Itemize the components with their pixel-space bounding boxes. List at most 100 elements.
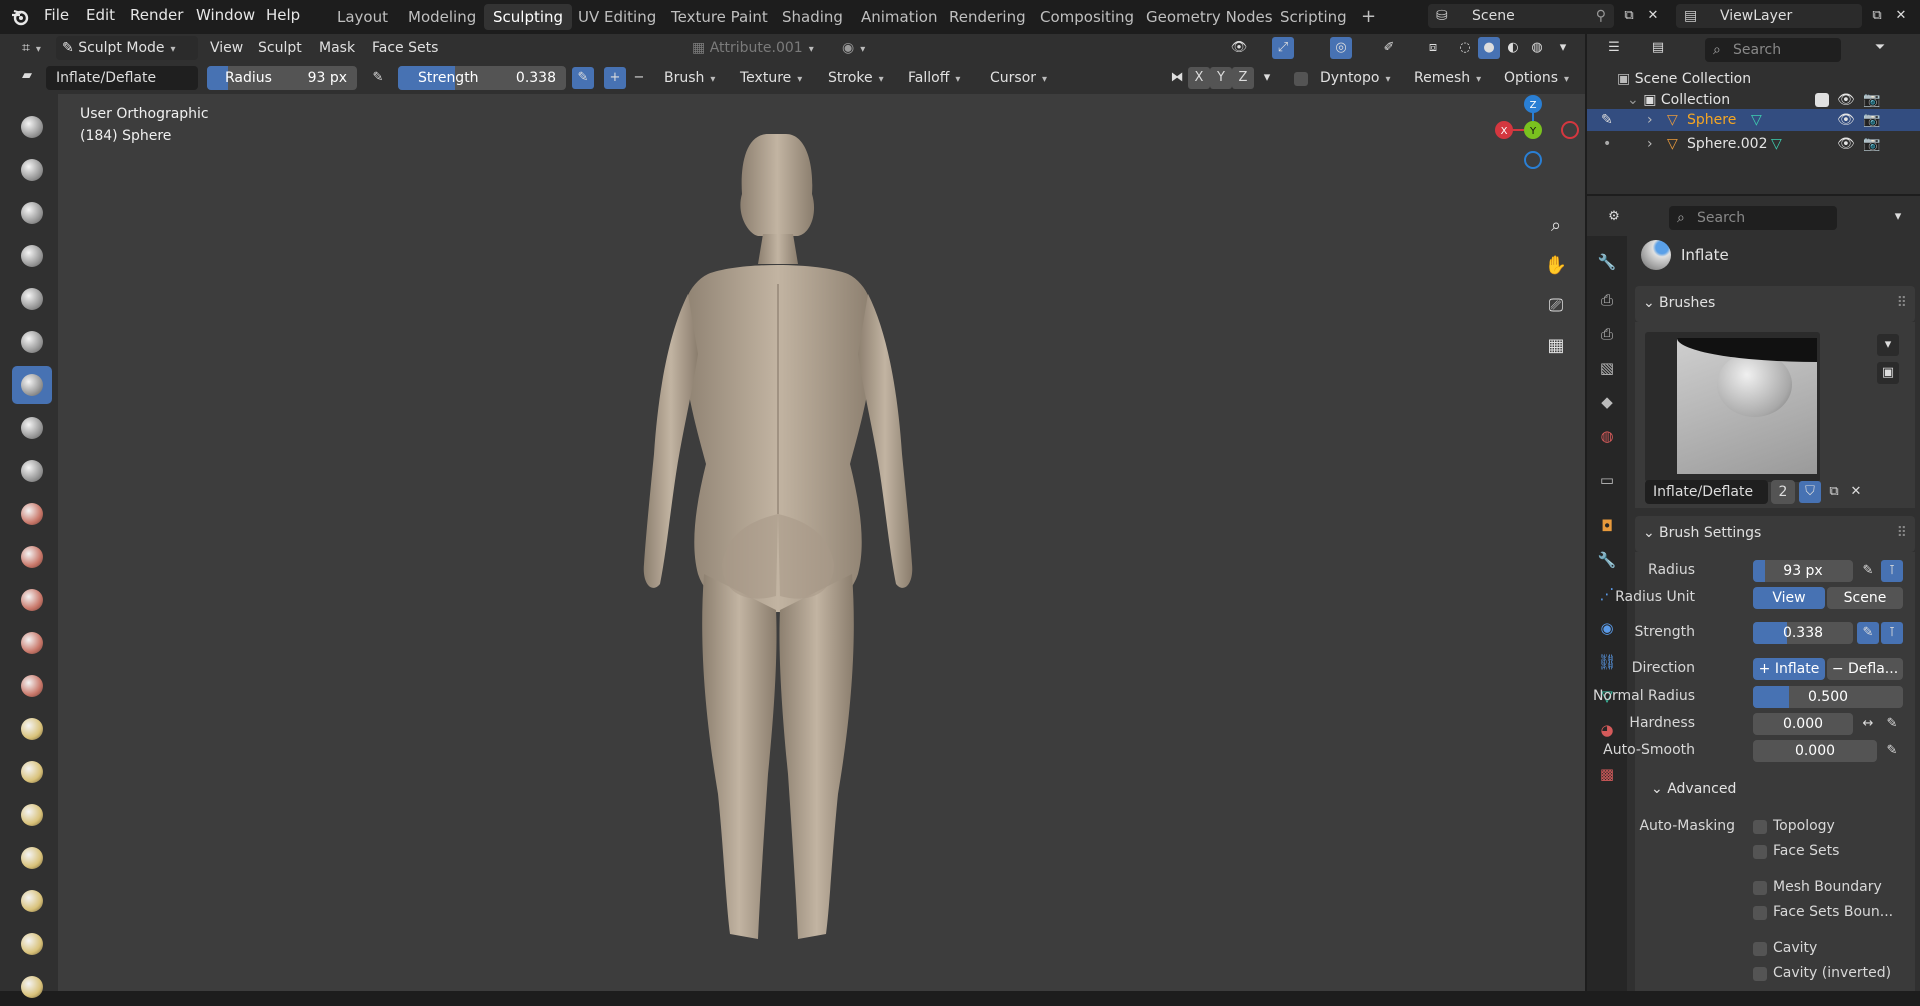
automask-mesh-boundary-checkbox[interactable]: [1753, 881, 1767, 895]
strength-pressure-icon[interactable]: ✎: [1857, 622, 1879, 644]
strength-field[interactable]: 0.338: [1753, 622, 1853, 644]
dyntopo-dropdown[interactable]: Dyntopo ▾: [1314, 66, 1396, 90]
color-attribute-button[interactable]: ◉ ▾: [836, 36, 871, 60]
collection-expand-chevron-icon[interactable]: ⌄: [1627, 92, 1643, 108]
menu-render[interactable]: Render: [130, 6, 183, 24]
menu-edit[interactable]: Edit: [86, 6, 115, 24]
object-render-camera-icon[interactable]: 📷: [1863, 109, 1880, 131]
menu-window[interactable]: Window: [196, 6, 255, 24]
dyntopo-checkbox[interactable]: [1294, 72, 1308, 86]
brush-dropdown[interactable]: Brush ▾: [658, 66, 721, 90]
direction-plus-button[interactable]: +: [604, 67, 626, 89]
visibility-icon[interactable]: 👁: [1228, 37, 1250, 59]
tool-pose[interactable]: [12, 925, 52, 963]
collection-render-camera-icon[interactable]: 📷: [1863, 89, 1880, 111]
mirror-y-button[interactable]: Y: [1210, 67, 1232, 89]
new-scene-icon[interactable]: ⧉: [1618, 5, 1640, 27]
collection-visibility-eye-icon[interactable]: 👁: [1837, 89, 1855, 111]
tab-sculpting[interactable]: Sculpting: [484, 4, 573, 30]
tool-inflate[interactable]: [12, 366, 52, 404]
tab-layout[interactable]: Layout: [328, 4, 397, 30]
blender-logo-icon[interactable]: [10, 7, 30, 27]
direction-minus-button[interactable]: −: [628, 67, 650, 89]
tool-snake-hook[interactable]: [12, 839, 52, 877]
tab-scripting[interactable]: Scripting: [1271, 4, 1356, 30]
solid-shading-icon[interactable]: ●: [1478, 37, 1500, 59]
fake-user-shield-icon[interactable]: ⛉: [1799, 481, 1821, 503]
radius-pressure-icon[interactable]: ✎: [1857, 560, 1879, 582]
radius-unit-view-button[interactable]: View: [1753, 587, 1825, 609]
tool-nudge[interactable]: [12, 968, 52, 1006]
shading-options-chevron-icon[interactable]: ▾: [1552, 37, 1574, 59]
tab-compositing[interactable]: Compositing: [1031, 4, 1143, 30]
brush-preview-frame[interactable]: [1645, 332, 1820, 482]
scene-selector[interactable]: ⛁ Scene ⚲: [1428, 4, 1614, 28]
expand-chevron-icon[interactable]: ›: [1647, 109, 1653, 131]
add-workspace-button[interactable]: +: [1352, 4, 1385, 30]
tab-geometry-nodes[interactable]: Geometry Nodes: [1137, 4, 1282, 30]
collection-row[interactable]: ⌄ ▣ Collection 👁 📷: [1627, 89, 1907, 111]
mirror-x-button[interactable]: X: [1188, 67, 1210, 89]
radius-unit-scene-button[interactable]: Scene: [1827, 587, 1903, 609]
tool-clay-strips[interactable]: [12, 237, 52, 275]
automask-topology-checkbox[interactable]: [1753, 820, 1767, 834]
hardness-invert-arrows-icon[interactable]: ↔: [1857, 713, 1879, 735]
tool-smooth[interactable]: [12, 495, 52, 533]
cursor-dropdown[interactable]: Cursor ▾: [984, 66, 1053, 90]
hardness-pressure-icon[interactable]: ✎: [1881, 713, 1903, 735]
hardness-field[interactable]: 0.000: [1753, 713, 1853, 735]
stroke-dropdown[interactable]: Stroke ▾: [822, 66, 890, 90]
object-tab-icon[interactable]: ◘: [1597, 516, 1617, 536]
gizmo-neg-x-axis[interactable]: [1561, 121, 1579, 139]
symmetry-chevron-icon[interactable]: ▾: [1256, 67, 1278, 89]
properties-editor-type-icon[interactable]: ⚙: [1603, 206, 1625, 228]
object-render-camera-icon[interactable]: 📷: [1863, 133, 1880, 155]
tool-tab-icon[interactable]: 🔧: [1597, 252, 1617, 272]
camera-view-icon[interactable]: ⎚: [1540, 290, 1572, 322]
collection-tab-icon[interactable]: ▭: [1597, 470, 1617, 490]
falloff-dropdown[interactable]: Falloff ▾: [902, 66, 966, 90]
xray-pen-icon[interactable]: ✐: [1378, 37, 1400, 59]
menu-sculpt[interactable]: Sculpt: [252, 36, 308, 60]
tab-modeling[interactable]: Modeling: [399, 4, 485, 30]
tool-scrape[interactable]: [12, 624, 52, 662]
mirror-z-button[interactable]: Z: [1232, 67, 1254, 89]
attribute-selector[interactable]: ▦ Attribute.001 ▾: [686, 36, 838, 60]
normal-radius-field[interactable]: 0.500: [1753, 686, 1903, 708]
render-tab-icon[interactable]: ⎙: [1597, 290, 1617, 310]
drag-handle-icon[interactable]: ⠿: [1897, 525, 1907, 541]
radius-pressure-icon[interactable]: ✎: [367, 67, 389, 89]
automask-face-sets-boundary-checkbox[interactable]: [1753, 906, 1767, 920]
pan-hand-icon[interactable]: ✋: [1540, 250, 1572, 282]
output-tab-icon[interactable]: ⎙: [1597, 324, 1617, 344]
delete-scene-icon[interactable]: ✕: [1642, 5, 1664, 27]
outliner-editor-type-icon[interactable]: ☰: [1603, 37, 1625, 59]
tool-flatten[interactable]: [12, 538, 52, 576]
radius-field[interactable]: 93 px: [1753, 560, 1853, 582]
display-mode-icon[interactable]: ▤: [1647, 37, 1669, 59]
perspective-toggle-icon[interactable]: ▦: [1540, 330, 1572, 362]
duplicate-brush-icon[interactable]: ⧉: [1823, 481, 1845, 503]
tab-texture-paint[interactable]: Texture Paint: [662, 4, 777, 30]
filter-icon[interactable]: ⏷: [1869, 37, 1891, 59]
properties-search-input[interactable]: ⌕ Search: [1669, 206, 1837, 230]
tool-draw-sharp[interactable]: [12, 151, 52, 189]
scene-tab-icon[interactable]: ◆: [1597, 392, 1617, 412]
direction-deflate-button[interactable]: − Defla...: [1827, 658, 1903, 680]
brushes-panel-header[interactable]: ⌄ Brushes ⠿: [1635, 286, 1915, 322]
overlay-toggle-icon[interactable]: ◎: [1330, 37, 1352, 59]
tool-elastic-deform[interactable]: [12, 796, 52, 834]
3d-viewport[interactable]: User Orthographic (184) Sphere Z X Y ⌕ ✋…: [58, 94, 1585, 991]
menu-view[interactable]: View: [204, 36, 249, 60]
texture-dropdown[interactable]: Texture ▾: [734, 66, 808, 90]
tab-uv-editing[interactable]: UV Editing: [569, 4, 665, 30]
world-tab-icon[interactable]: ◍: [1597, 426, 1617, 446]
editor-type-button[interactable]: ⌗ ▾: [16, 36, 47, 60]
options-dropdown[interactable]: Options ▾: [1498, 66, 1575, 90]
zoom-icon[interactable]: ⌕: [1540, 210, 1572, 242]
autosmooth-field[interactable]: 0.000: [1753, 740, 1877, 762]
tool-fill[interactable]: [12, 581, 52, 619]
navigation-gizmo[interactable]: Z X Y: [1478, 90, 1588, 200]
viewlayer-selector[interactable]: ▤ ViewLayer: [1676, 4, 1862, 28]
strength-pressure-icon[interactable]: ✎: [572, 67, 594, 89]
